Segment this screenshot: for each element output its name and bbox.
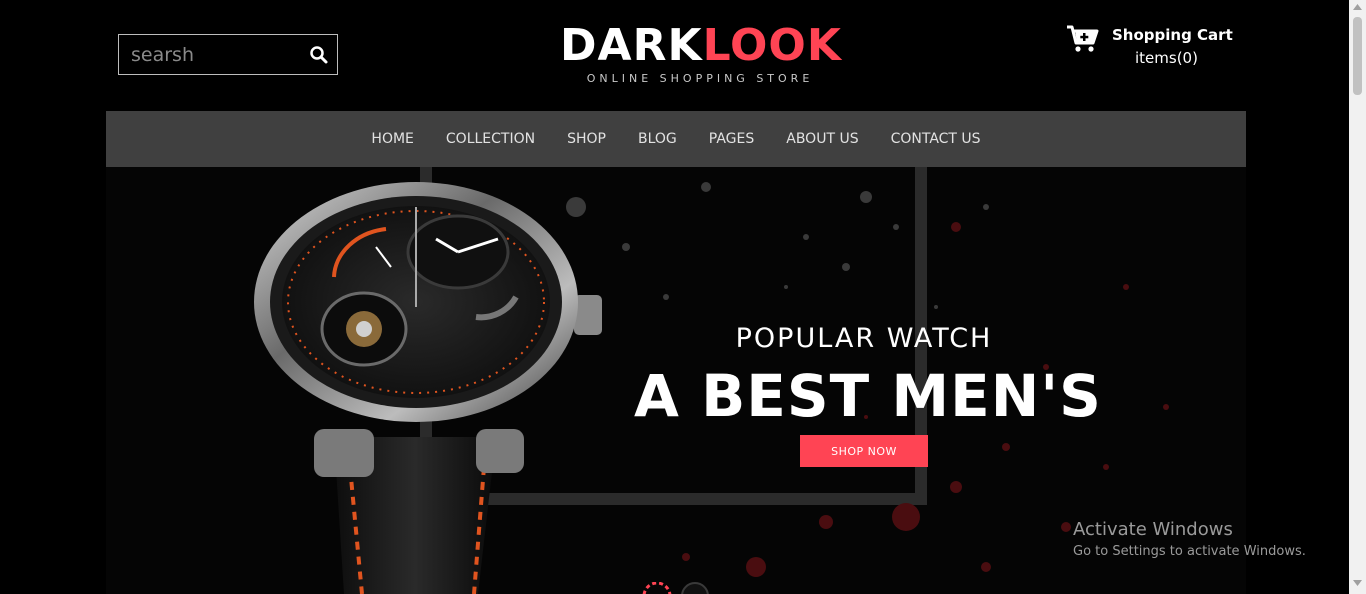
cart-item-count: items(0)	[1135, 49, 1198, 67]
shop-now-button[interactable]: SHOP NOW	[800, 435, 928, 467]
page-scrollbar[interactable]	[1349, 0, 1366, 594]
slider-dot-2[interactable]	[681, 582, 709, 594]
hero-eyebrow: POPULAR WATCH	[735, 323, 993, 354]
nav-shop[interactable]: SHOP	[567, 131, 606, 147]
activation-title: Activate Windows	[1073, 519, 1233, 540]
scroll-down-arrow-icon[interactable]	[1353, 580, 1362, 586]
nav-pages[interactable]: PAGES	[709, 131, 754, 147]
site-logo[interactable]: DARKLOOK ONLINE SHOPPING STORE	[560, 20, 842, 86]
nav-contact-us[interactable]: CONTACT US	[891, 131, 981, 147]
hero-eyebrow-wrap: POPULAR WATCH	[634, 323, 1094, 354]
nav-blog[interactable]: BLOG	[638, 131, 677, 147]
logo-part-dark: DARK	[560, 20, 703, 71]
slider-dot-1[interactable]	[642, 582, 672, 594]
search-icon[interactable]	[309, 45, 329, 65]
logo-subtitle: ONLINE SHOPPING STORE	[586, 72, 814, 85]
search-box	[118, 34, 338, 75]
hero-headline: A BEST MEN'S	[634, 362, 1102, 430]
shopping-cart-icon	[1067, 25, 1099, 52]
logo-title: DARKLOOK	[560, 20, 842, 71]
shopping-cart[interactable]: Shopping Cart items(0)	[1066, 24, 1236, 70]
nav-home[interactable]: HOME	[371, 131, 413, 147]
nav-collection[interactable]: COLLECTION	[446, 131, 535, 147]
activation-subtitle: Go to Settings to activate Windows.	[1073, 544, 1306, 559]
logo-part-look: LOOK	[702, 20, 842, 71]
cart-title: Shopping Cart	[1112, 26, 1233, 44]
main-nav: HOME COLLECTION SHOP BLOG PAGES ABOUT US…	[106, 111, 1246, 167]
scrollbar-thumb[interactable]	[1353, 17, 1362, 95]
search-input[interactable]	[119, 35, 299, 74]
scroll-up-arrow-icon[interactable]	[1353, 4, 1362, 10]
slider-pagination	[642, 582, 709, 594]
nav-about-us[interactable]: ABOUT US	[786, 131, 858, 147]
windows-activation-watermark: Activate Windows Go to Settings to activ…	[1073, 519, 1306, 559]
